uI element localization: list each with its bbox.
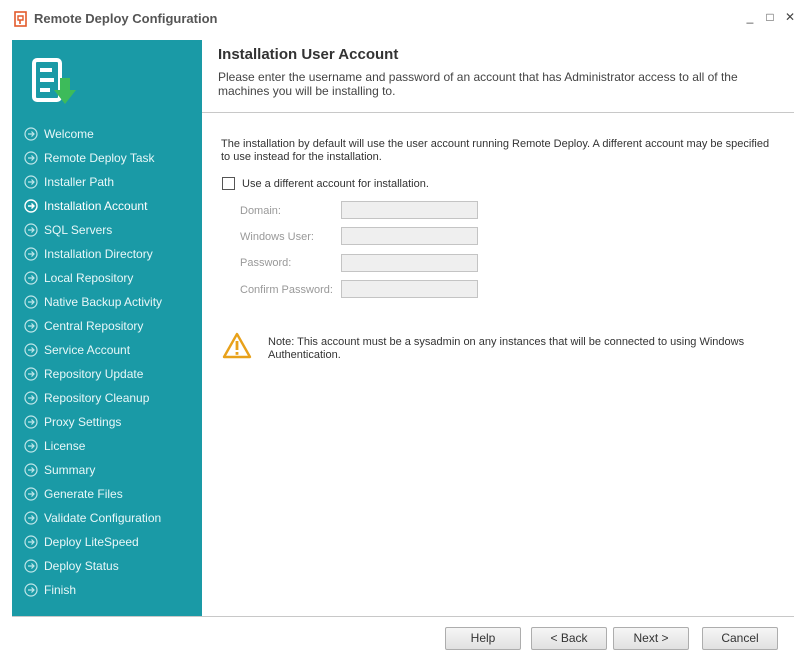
next-button[interactable]: Next > — [613, 627, 689, 650]
app-logo-icon — [14, 11, 27, 27]
sidebar-item-local-repository[interactable]: Local Repository — [24, 266, 162, 290]
wizard-steps: Welcome Remote Deploy Task Installer Pat… — [24, 122, 162, 602]
sidebar-item-sql-servers[interactable]: SQL Servers — [24, 218, 162, 242]
sidebar-item-generate-files[interactable]: Generate Files — [24, 482, 162, 506]
arrow-circle-icon — [24, 463, 38, 477]
help-button[interactable]: Help — [445, 627, 521, 650]
arrow-circle-icon — [24, 559, 38, 573]
arrow-circle-icon — [24, 511, 38, 525]
arrow-circle-icon — [24, 439, 38, 453]
arrow-circle-icon — [24, 535, 38, 549]
arrow-circle-icon — [24, 391, 38, 405]
windows-user-field[interactable] — [341, 227, 478, 245]
sidebar-item-remote-deploy-task[interactable]: Remote Deploy Task — [24, 146, 162, 170]
sidebar-item-label: Generate Files — [44, 487, 123, 501]
title-bar: Remote Deploy Configuration _ □ ✕ — [0, 0, 802, 38]
confirm-password-field[interactable] — [341, 280, 478, 298]
sidebar-item-label: Installation Account — [44, 199, 148, 213]
arrow-circle-icon — [24, 127, 38, 141]
sidebar-item-label: Repository Cleanup — [44, 391, 150, 405]
main-panel: Installation User Account Please enter t… — [202, 40, 794, 616]
sidebar-item-label: SQL Servers — [44, 223, 113, 237]
sidebar-item-installation-account[interactable]: Installation Account — [24, 194, 162, 218]
sidebar-item-repository-cleanup[interactable]: Repository Cleanup — [24, 386, 162, 410]
sidebar-item-central-repository[interactable]: Central Repository — [24, 314, 162, 338]
sidebar-item-finish[interactable]: Finish — [24, 578, 162, 602]
sidebar-item-welcome[interactable]: Welcome — [24, 122, 162, 146]
sidebar-item-label: Finish — [44, 583, 77, 597]
intro-text: The installation by default will use the… — [221, 138, 770, 163]
sidebar-item-deploy-litespeed[interactable]: Deploy LiteSpeed — [24, 530, 162, 554]
arrow-circle-icon — [24, 151, 38, 165]
sidebar-item-label: Validate Configuration — [44, 511, 162, 525]
sidebar-item-label: Deploy Status — [44, 559, 119, 573]
sidebar-item-label: Service Account — [44, 343, 131, 357]
sidebar-item-native-backup-activity[interactable]: Native Backup Activity — [24, 290, 162, 314]
window-title: Remote Deploy Configuration — [34, 11, 218, 26]
sidebar-item-label: License — [44, 439, 86, 453]
use-different-account-checkbox[interactable] — [222, 177, 235, 190]
sidebar-item-label: Welcome — [44, 127, 94, 141]
confirm-password-label: Confirm Password: — [240, 284, 333, 296]
maximize-button[interactable]: □ — [762, 9, 778, 25]
sidebar-item-label: Local Repository — [44, 271, 134, 285]
sidebar-item-label: Summary — [44, 463, 96, 477]
sidebar-item-service-account[interactable]: Service Account — [24, 338, 162, 362]
sidebar-item-installer-path[interactable]: Installer Path — [24, 170, 162, 194]
use-different-account-label: Use a different account for installation… — [242, 177, 429, 190]
back-button[interactable]: < Back — [531, 627, 607, 650]
sidebar-item-proxy-settings[interactable]: Proxy Settings — [24, 410, 162, 434]
sidebar-item-repository-update[interactable]: Repository Update — [24, 362, 162, 386]
arrow-circle-icon — [24, 175, 38, 189]
arrow-circle-icon — [24, 367, 38, 381]
sidebar-item-label: Native Backup Activity — [44, 295, 163, 309]
footer-divider — [12, 616, 794, 617]
sidebar-item-label: Central Repository — [44, 319, 144, 333]
arrow-circle-icon — [24, 487, 38, 501]
wizard-sidebar: Welcome Remote Deploy Task Installer Pat… — [12, 40, 202, 616]
sidebar-item-installation-directory[interactable]: Installation Directory — [24, 242, 162, 266]
close-button[interactable]: ✕ — [782, 9, 798, 25]
sidebar-item-validate-configuration[interactable]: Validate Configuration — [24, 506, 162, 530]
arrow-circle-icon — [24, 583, 38, 597]
arrow-circle-icon — [24, 199, 38, 213]
arrow-circle-icon — [24, 343, 38, 357]
arrow-circle-icon — [24, 271, 38, 285]
sidebar-item-label: Remote Deploy Task — [44, 151, 155, 165]
minimize-button[interactable]: _ — [742, 9, 758, 25]
arrow-circle-icon — [24, 223, 38, 237]
arrow-circle-icon — [24, 415, 38, 429]
domain-field[interactable] — [341, 201, 478, 219]
sidebar-item-label: Repository Update — [44, 367, 144, 381]
warning-icon — [222, 332, 252, 359]
sidebar-item-license[interactable]: License — [24, 434, 162, 458]
password-field[interactable] — [341, 254, 478, 272]
arrow-circle-icon — [24, 319, 38, 333]
password-label: Password: — [240, 257, 292, 269]
sidebar-item-deploy-status[interactable]: Deploy Status — [24, 554, 162, 578]
windows-user-label: Windows User: — [240, 231, 314, 243]
sidebar-item-label: Installation Directory — [44, 247, 153, 261]
domain-label: Domain: — [240, 205, 281, 217]
sidebar-item-label: Deploy LiteSpeed — [44, 535, 139, 549]
page-title: Installation User Account — [218, 46, 399, 63]
remote-deploy-logo-icon — [32, 58, 76, 104]
header-divider — [202, 112, 794, 113]
sidebar-item-label: Proxy Settings — [44, 415, 122, 429]
arrow-circle-icon — [24, 295, 38, 309]
use-different-account-option[interactable]: Use a different account for installation… — [222, 177, 429, 190]
sidebar-item-summary[interactable]: Summary — [24, 458, 162, 482]
cancel-button[interactable]: Cancel — [702, 627, 778, 650]
sysadmin-note: Note: This account must be a sysadmin on… — [268, 336, 745, 361]
page-description: Please enter the username and password o… — [218, 70, 738, 98]
arrow-circle-icon — [24, 247, 38, 261]
sidebar-item-label: Installer Path — [44, 175, 115, 189]
